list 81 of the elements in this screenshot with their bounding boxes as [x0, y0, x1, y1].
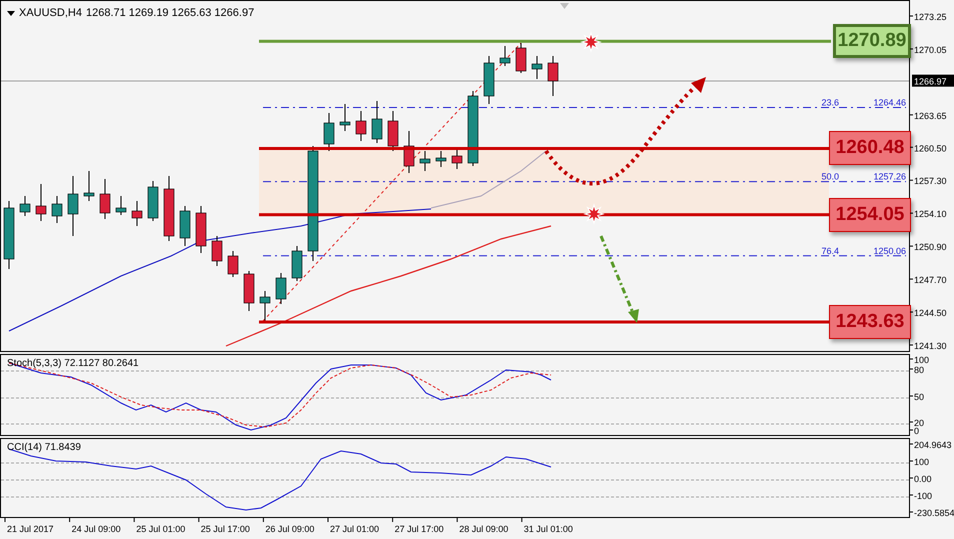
indicator-tick: 100: [914, 355, 930, 365]
candlestick: [324, 112, 334, 152]
price-tick: 1247.70: [914, 275, 947, 286]
price-level-label: 1270.89: [833, 24, 911, 58]
price-tick: 1260.50: [914, 143, 947, 154]
price-level-label: 1254.05: [829, 198, 911, 232]
candlestick: [452, 148, 462, 170]
symbol-title: XAUUSD,H4: [19, 7, 82, 19]
candlestick: [180, 206, 190, 246]
candlestick: [404, 130, 414, 174]
price-tick: 1257.30: [914, 176, 947, 186]
indicator-title: CCI(14) 71.8439: [7, 442, 81, 453]
candlestick: [68, 176, 78, 236]
price-tick: 1244.50: [914, 308, 947, 318]
price-tick: 1263.65: [914, 110, 947, 121]
candlestick: [516, 42, 526, 74]
price-tick: 1273.25: [914, 12, 947, 22]
burst-icon: [583, 203, 605, 225]
price-tick: 1270.05: [914, 44, 947, 55]
candlestick: [548, 56, 558, 96]
fibonacci-ratio: 50.0: [821, 172, 839, 182]
indicator-tick: 80: [914, 365, 924, 375]
candlestick: [228, 250, 238, 278]
candlestick: [148, 180, 158, 222]
indicator-tick: 100: [914, 457, 930, 467]
time-tick: 27 Jul 17:00: [394, 524, 444, 534]
candlestick: [4, 200, 14, 270]
indicator-tick: -100: [914, 491, 932, 501]
candlestick: [132, 200, 142, 226]
candlestick: [260, 290, 270, 322]
candlestick: [388, 110, 398, 152]
time-tick: 27 Jul 01:00: [330, 524, 380, 534]
candlestick: [116, 196, 126, 216]
candlestick: [436, 150, 446, 168]
price-tick: 1250.90: [914, 242, 947, 252]
candlestick: [372, 100, 382, 144]
indicator-tick: 50: [914, 392, 924, 402]
candlestick: [356, 110, 366, 142]
ohlc-values: 1268.71 1269.19 1265.63 1266.97: [86, 7, 254, 19]
candlestick: [212, 236, 222, 266]
indicator-title: Stoch(5,3,3) 72.1127 80.2641: [7, 358, 139, 369]
time-tick: 26 Jul 09:00: [265, 524, 314, 534]
time-tick: 21 Jul 2017: [7, 524, 54, 534]
fibonacci-price: 1264.46: [873, 98, 906, 108]
candlestick: [100, 178, 110, 220]
fibonacci-ratio: 23.6: [821, 98, 839, 108]
triangle-icon: [560, 3, 569, 9]
time-tick: 25 Jul 17:00: [200, 524, 250, 534]
burst-icon: [580, 31, 602, 53]
indicator-tick: 0.00: [914, 474, 932, 484]
dropdown-icon[interactable]: [7, 10, 15, 16]
candlestick: [420, 150, 430, 172]
candlestick: [244, 270, 254, 312]
time-tick: 24 Jul 09:00: [72, 524, 121, 534]
fibonacci-price: 1250.06: [873, 246, 906, 256]
candlestick: [36, 184, 46, 222]
price-tick: 1241.30: [914, 341, 947, 351]
current-price-label: 1266.97: [912, 74, 954, 87]
price-tick: 1254.10: [914, 209, 947, 220]
candlestick: [292, 246, 302, 282]
candlestick: [340, 104, 350, 132]
indicator-tick: 20: [914, 418, 924, 428]
indicator-tick: -230.5854: [914, 508, 954, 518]
price-level-label: 1243.63: [829, 304, 911, 339]
candlestick: [84, 170, 94, 202]
time-tick: 28 Jul 09:00: [459, 524, 508, 534]
candlestick: [484, 56, 494, 104]
indicator-tick: 0: [914, 426, 920, 436]
fibonacci-price: 1257.26: [873, 172, 906, 182]
time-tick: 31 Jul 01:00: [524, 524, 573, 534]
candlestick: [20, 196, 30, 216]
time-tick: 25 Jul 01:00: [136, 524, 186, 534]
candlestick: [276, 272, 286, 304]
candlestick: [532, 56, 542, 80]
candlestick: [196, 206, 206, 254]
candlestick: [500, 46, 510, 66]
indicator-tick: 204.9643: [914, 440, 952, 450]
candlestick: [52, 196, 62, 224]
price-level-label: 1260.48: [829, 131, 911, 166]
candlestick: [164, 176, 174, 242]
fibonacci-ratio: 76.4: [821, 246, 839, 256]
